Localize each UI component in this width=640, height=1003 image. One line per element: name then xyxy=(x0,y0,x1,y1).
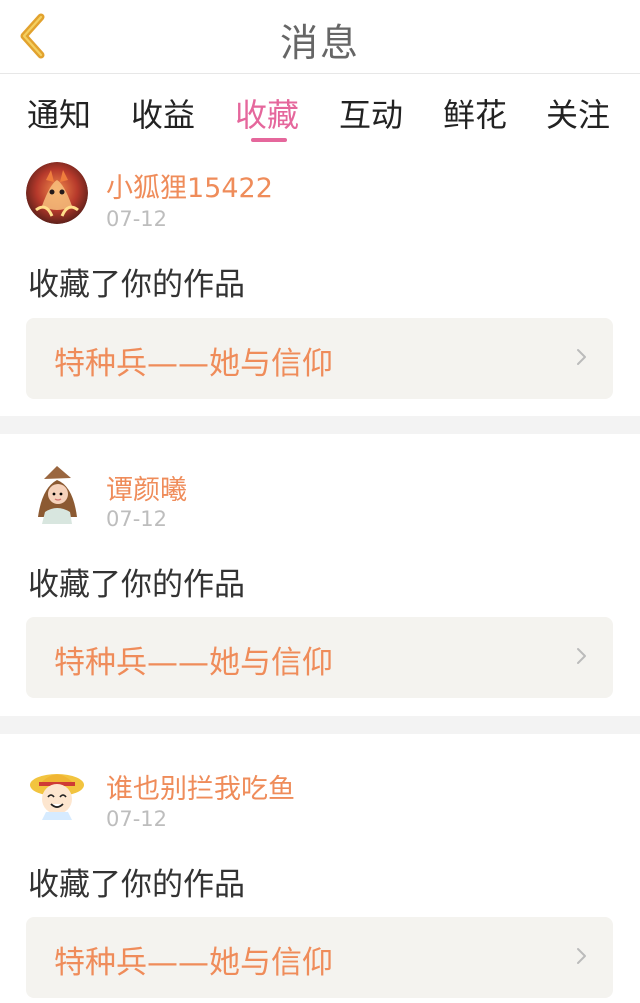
active-tab-indicator xyxy=(251,138,287,142)
username[interactable]: 小狐狸15422 xyxy=(106,166,273,205)
work-title: 特种兵——她与信仰 xyxy=(54,346,333,382)
timestamp: 07-12 xyxy=(106,207,168,231)
straw-hat-avatar-icon[interactable] xyxy=(26,762,88,824)
message-text: 收藏了你的作品 xyxy=(28,267,245,303)
tab-follow[interactable]: 关注 xyxy=(546,90,610,136)
username[interactable]: 谁也别拦我吃鱼 xyxy=(106,767,295,806)
list-item: 谁也别拦我吃鱼 07-12 收藏了你的作品 特种兵——她与信仰 xyxy=(0,734,640,1003)
tab-flowers[interactable]: 鲜花 xyxy=(443,90,507,136)
timestamp: 07-12 xyxy=(106,807,168,831)
chevron-right-icon xyxy=(577,648,586,664)
fox-avatar-icon[interactable] xyxy=(26,162,88,224)
tab-bar: 通知 收益 收藏 互动 鲜花 关注 xyxy=(0,74,640,146)
work-link[interactable]: 特种兵——她与信仰 xyxy=(26,917,613,998)
work-title: 特种兵——她与信仰 xyxy=(54,945,333,981)
top-header: 消息 xyxy=(0,0,640,74)
section-divider xyxy=(0,416,640,434)
section-divider xyxy=(0,716,640,734)
work-link[interactable]: 特种兵——她与信仰 xyxy=(26,318,613,399)
girl-avatar-icon[interactable] xyxy=(26,462,88,524)
list-item: 谭颜曦 07-12 收藏了你的作品 特种兵——她与信仰 xyxy=(0,434,640,716)
messages-screen: 消息 通知 收益 收藏 互动 鲜花 关注 小狐狸15422 07-12 收藏了你… xyxy=(0,0,640,1003)
work-title: 特种兵——她与信仰 xyxy=(54,645,333,681)
chevron-right-icon xyxy=(577,349,586,365)
timestamp: 07-12 xyxy=(106,507,168,531)
tab-notification[interactable]: 通知 xyxy=(27,90,91,136)
message-text: 收藏了你的作品 xyxy=(28,867,245,903)
username[interactable]: 谭颜曦 xyxy=(106,468,187,507)
message-text: 收藏了你的作品 xyxy=(28,567,245,603)
list-item: 小狐狸15422 07-12 收藏了你的作品 特种兵——她与信仰 xyxy=(0,146,640,416)
tab-income[interactable]: 收益 xyxy=(131,90,195,136)
chevron-right-icon xyxy=(577,948,586,964)
page-title: 消息 xyxy=(279,21,360,65)
tab-interaction[interactable]: 互动 xyxy=(339,90,403,136)
tab-favorites[interactable]: 收藏 xyxy=(235,90,299,136)
work-link[interactable]: 特种兵——她与信仰 xyxy=(26,617,613,698)
